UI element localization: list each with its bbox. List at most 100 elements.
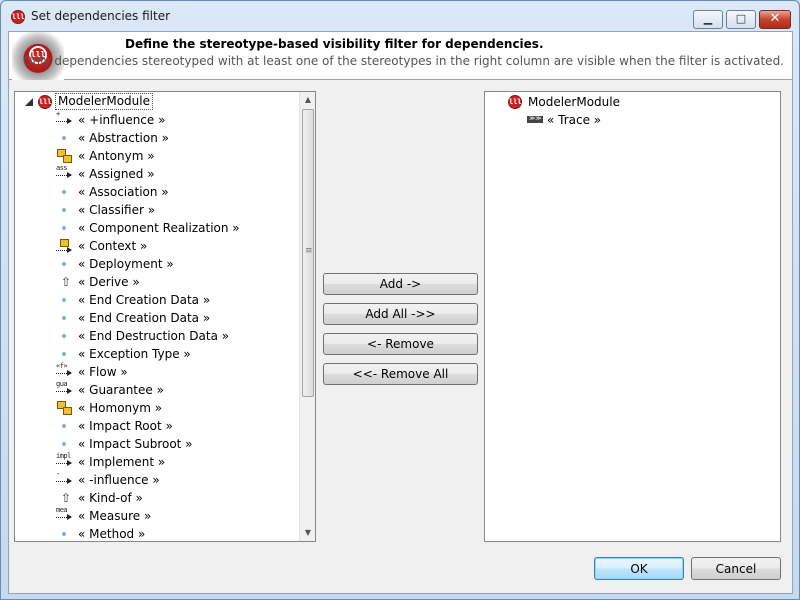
app-logo-icon: lll xyxy=(11,10,25,24)
dependency-arrow-icon: «f» xyxy=(55,362,73,381)
tree-item-label: « Deployment » xyxy=(78,257,174,271)
tree-item-label: « Component Realization » xyxy=(78,221,240,235)
bullet-icon xyxy=(55,327,73,345)
tree-item[interactable]: « Deployment » xyxy=(55,255,295,273)
remove-all-button[interactable]: <<- Remove All xyxy=(323,363,478,385)
module-icon: lll xyxy=(508,95,522,109)
tree-item-label: « Impact Subroot » xyxy=(78,437,193,451)
tree-item[interactable]: « End Destruction Data » xyxy=(55,327,295,345)
tree-item[interactable]: mea « Measure » xyxy=(55,506,295,525)
tree-item[interactable]: « Impact Root » xyxy=(55,417,295,435)
tree-item-label: « +influence » xyxy=(78,113,166,127)
tree-item[interactable]: « Antonym » xyxy=(55,147,295,165)
bullet-icon xyxy=(55,255,73,273)
tree-item-label: « Flow » xyxy=(78,365,128,379)
maximize-button[interactable]: □ xyxy=(726,10,756,29)
dialog-client-area: lll Define the stereotype-based visibili… xyxy=(8,31,793,594)
right-tree-item-label: « Trace » xyxy=(547,113,602,127)
scroll-up-arrow-icon[interactable]: ▲ xyxy=(300,92,315,108)
tree-item-label: « Antonym » xyxy=(78,149,155,163)
minimize-button[interactable]: ▁ xyxy=(693,10,723,29)
bullet-icon xyxy=(55,201,73,219)
bullet-icon xyxy=(55,345,73,363)
right-tree-root-label: ModelerModule xyxy=(528,95,620,109)
tree-item-label: « Context » xyxy=(78,239,148,253)
right-tree-root-node[interactable]: lll ModelerModule xyxy=(485,93,685,111)
tree-item[interactable]: « Impact Subroot » xyxy=(55,435,295,453)
tree-item[interactable]: impl « Implement » xyxy=(55,452,295,471)
tree-root-node[interactable]: lll ModelerModule xyxy=(15,93,215,111)
bullet-icon xyxy=(55,129,73,147)
tree-item[interactable]: ⇧ « Kind-of » xyxy=(55,489,295,507)
homonym-icon xyxy=(55,399,73,417)
dependency-arrow-icon: mea xyxy=(55,506,73,525)
bullet-icon xyxy=(55,525,73,541)
add-button[interactable]: Add -> xyxy=(323,273,478,295)
tree-item-label: « Implement » xyxy=(78,455,166,469)
dialog-header: lll Define the stereotype-based visibili… xyxy=(9,32,792,80)
tree-root-label: ModelerModule xyxy=(55,93,153,110)
dependency-arrow-icon: ass xyxy=(55,164,73,183)
tree-item[interactable]: ass « Assigned » xyxy=(55,164,295,183)
scrollbar-thumb[interactable]: ≡ xyxy=(302,109,314,397)
remove-button[interactable]: <- Remove xyxy=(323,333,478,355)
header-title: Define the stereotype-based visibility f… xyxy=(125,37,544,51)
tree-item[interactable]: « End Creation Data » xyxy=(55,291,295,309)
tree-item-label: « Guarantee » xyxy=(78,383,164,397)
grip-icon: ≡ xyxy=(305,246,313,256)
tree-item-label: « Classifier » xyxy=(78,203,156,217)
tree-item[interactable]: gua « Guarantee » xyxy=(55,380,295,399)
tree-item-label: « Derive » xyxy=(78,275,140,289)
tree-item[interactable]: ⇧ « Derive » xyxy=(55,273,295,291)
dependency-arrow-icon: gua xyxy=(55,380,73,399)
vertical-scrollbar[interactable]: ▲ ≡ ▼ xyxy=(299,92,315,541)
bullet-icon xyxy=(55,435,73,453)
tree-item-label: « Exception Type » xyxy=(78,347,191,361)
tree-item-label: « Method » xyxy=(78,527,146,541)
add-all-button[interactable]: Add All ->> xyxy=(323,303,478,325)
bullet-icon xyxy=(55,417,73,435)
tree-item[interactable]: « Component Realization » xyxy=(55,219,295,237)
right-tree-item[interactable]: ≫≫ « Trace » xyxy=(485,111,685,129)
derive-icon: ⇧ xyxy=(61,275,72,289)
antonym-icon xyxy=(55,147,73,165)
tree-item[interactable]: « End Creation Data » xyxy=(55,309,295,327)
cancel-button[interactable]: Cancel xyxy=(691,557,781,580)
tree-item[interactable]: - « -influence » xyxy=(55,470,295,489)
tree-item[interactable]: « Exception Type » xyxy=(55,345,295,363)
tree-item[interactable]: « Context » xyxy=(55,237,295,255)
tree-item-label: « Abstraction » xyxy=(78,131,169,145)
close-button[interactable]: ✕ xyxy=(759,10,791,29)
tree-item-label: « Measure » xyxy=(78,509,152,523)
tree-item-label: « Impact Root » xyxy=(78,419,173,433)
tree-item-label: « End Destruction Data » xyxy=(78,329,230,343)
selected-stereotypes-tree[interactable]: lll ModelerModule ≫≫ « Trace » xyxy=(484,91,781,542)
tree-item[interactable]: « Classifier » xyxy=(55,201,295,219)
tree-item-label: « -influence » xyxy=(78,473,160,487)
context-icon xyxy=(55,237,73,255)
dialog-window: lll Set dependencies filter ▁ □ ✕ lll De… xyxy=(0,0,800,600)
tree-item[interactable]: « Homonym » xyxy=(55,399,295,417)
ok-button[interactable]: OK xyxy=(594,557,684,580)
title-bar: lll Set dependencies filter ▁ □ ✕ xyxy=(1,1,799,31)
tree-item[interactable]: « Abstraction » xyxy=(55,129,295,147)
bullet-icon xyxy=(55,309,73,327)
tree-item[interactable]: + « +influence » xyxy=(55,110,295,129)
tree-item-label: « Assigned » xyxy=(78,167,155,181)
available-stereotypes-tree[interactable]: lll ModelerModule + « +influence » « Abstr… xyxy=(14,91,316,542)
trace-icon: ≫≫ xyxy=(527,115,543,123)
tree-item[interactable]: « Association » xyxy=(55,183,295,201)
header-subtitle: Only dependencies stereotyped with at le… xyxy=(23,54,784,68)
tree-item-label: « End Creation Data » xyxy=(78,293,211,307)
dependency-arrow-icon: impl xyxy=(55,452,73,471)
scroll-down-arrow-icon[interactable]: ▼ xyxy=(300,525,315,541)
tree-item-label: « Homonym » xyxy=(78,401,163,415)
tree-item[interactable]: « Method » xyxy=(55,525,295,541)
collapse-arrow-icon[interactable] xyxy=(25,98,33,106)
tree-item-label: « End Creation Data » xyxy=(78,311,211,325)
tree-item-label: « Kind-of » xyxy=(78,491,143,505)
window-title: Set dependencies filter xyxy=(31,9,171,23)
tree-item[interactable]: «f» « Flow » xyxy=(55,362,295,381)
bullet-icon xyxy=(55,219,73,237)
tree-item-label: « Association » xyxy=(78,185,169,199)
